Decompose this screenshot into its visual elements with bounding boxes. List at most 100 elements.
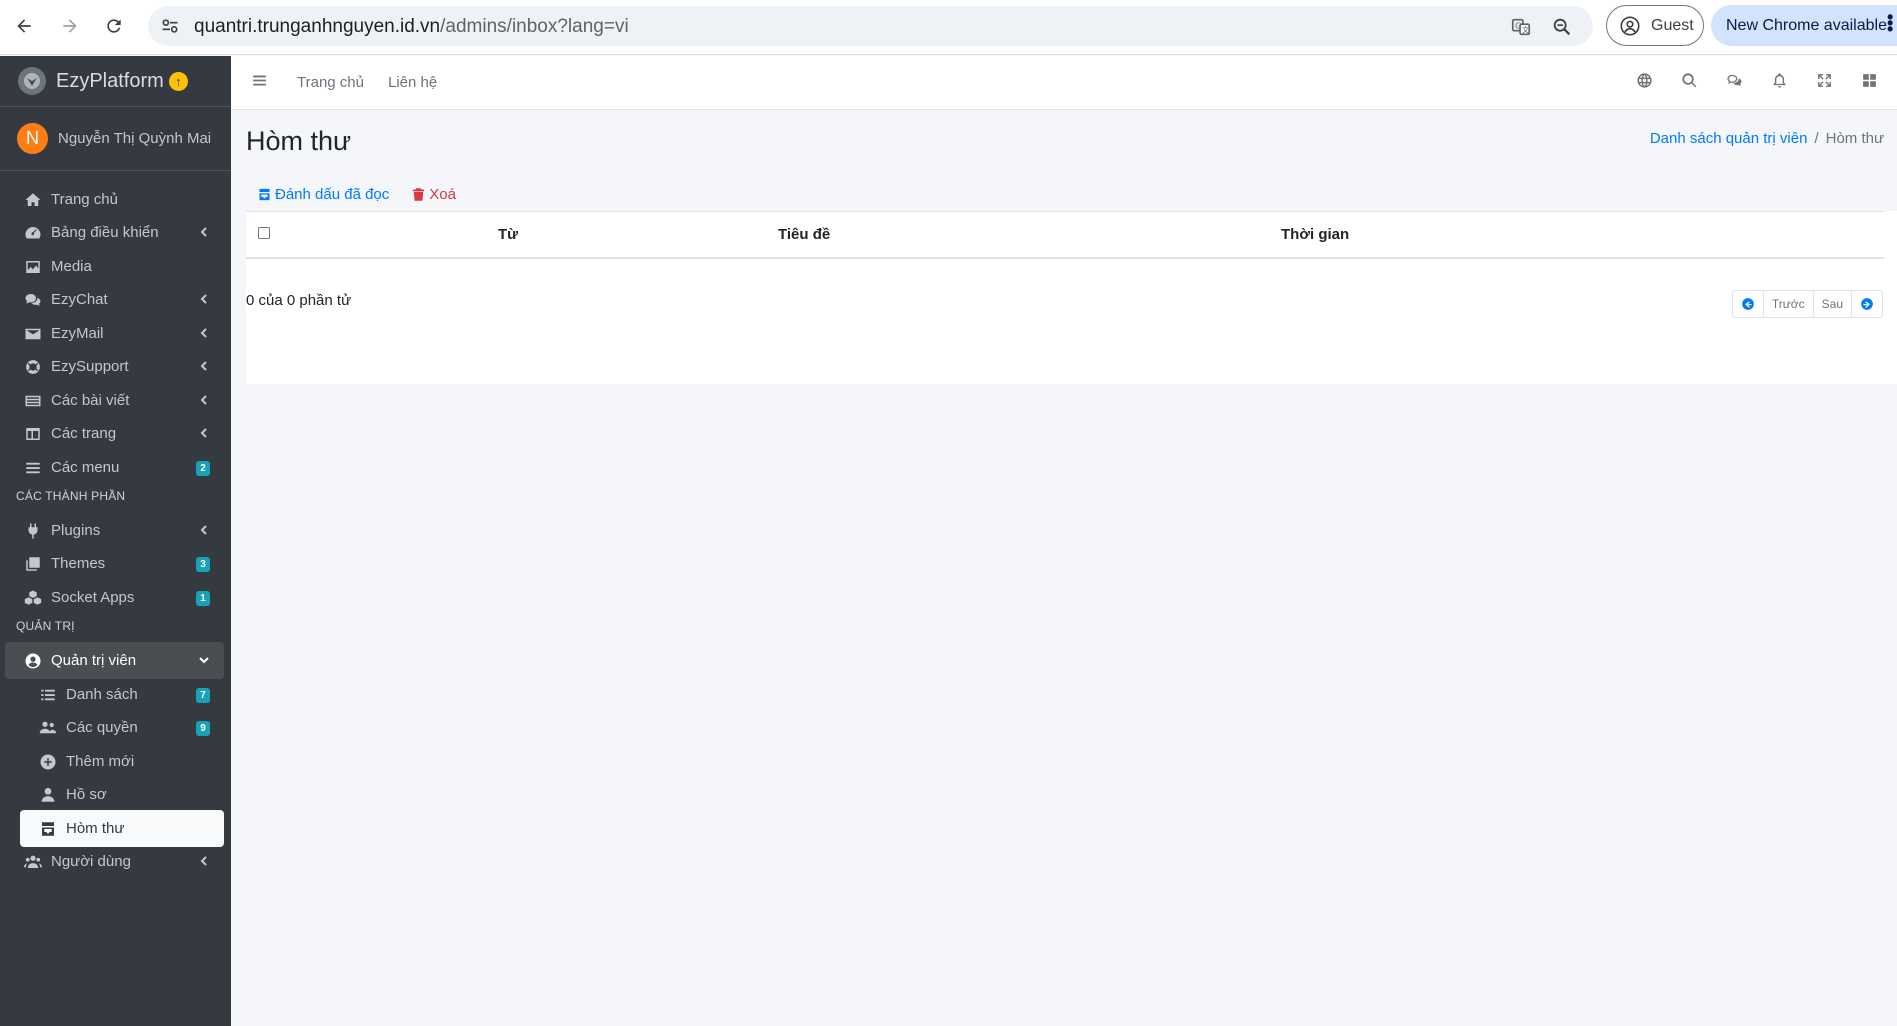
- user-name: Nguyễn Thị Quỳnh Mai: [58, 130, 212, 147]
- sidebar-item-posts[interactable]: Các bài viết: [5, 382, 224, 419]
- expand-icon[interactable]: [1816, 72, 1836, 92]
- globe-icon[interactable]: [1636, 72, 1656, 92]
- users-icon: [23, 852, 43, 872]
- chevron-left-icon: [200, 395, 207, 405]
- sidebar: EzyPlatform ↑ N Nguyễn Thị Quỳnh Mai Tra…: [0, 56, 231, 1026]
- sidebar-item-admin-roles[interactable]: Các quyền 9: [5, 709, 224, 746]
- themes-icon: [23, 554, 43, 574]
- sidebar-item-ezymail[interactable]: EzyMail: [5, 315, 224, 352]
- sidebar-item-admin-profile[interactable]: Hồ sơ: [5, 776, 224, 813]
- more-vert-icon[interactable]: • • •: [1887, 8, 1893, 38]
- sidebar-item-themes[interactable]: Themes 3: [5, 545, 224, 582]
- zoom-icon[interactable]: [1551, 16, 1573, 38]
- sidebar-item-administrators[interactable]: Quản trị viên: [5, 642, 224, 679]
- chevron-left-icon: [200, 525, 207, 535]
- chevron-left-icon: [200, 856, 207, 866]
- select-all-checkbox[interactable]: [258, 226, 270, 239]
- hamburger-icon[interactable]: [251, 72, 271, 92]
- table-summary: 0 của 0 phần tử: [246, 292, 352, 309]
- sidebar-item-home[interactable]: Trang chủ: [5, 181, 224, 218]
- mail-icon: [23, 324, 43, 344]
- brand-name: EzyPlatform: [56, 69, 164, 92]
- content-area: Hòm thư Danh sách quản trị viên / Hòm thư …: [231, 110, 1897, 1026]
- prev-button[interactable]: Trước: [1764, 291, 1814, 317]
- inbox-toolbar: Đánh dấu đã đọc Xoá: [257, 186, 456, 203]
- sidebar-item-admin-add[interactable]: Thêm mới: [5, 743, 224, 780]
- user-panel[interactable]: N Nguyễn Thị Quỳnh Mai: [0, 107, 231, 171]
- chat-icon: [23, 290, 43, 310]
- back-icon[interactable]: [12, 14, 36, 38]
- breadcrumb-admin-list[interactable]: Danh sách quản trị viên: [1650, 130, 1808, 147]
- site-settings-icon[interactable]: [160, 16, 180, 36]
- comments-icon[interactable]: [1726, 72, 1746, 92]
- sidebar-item-plugins[interactable]: Plugins: [5, 512, 224, 549]
- page-title: Hòm thư: [246, 126, 352, 156]
- next-arrow-icon[interactable]: [1852, 291, 1882, 317]
- user-circle-icon: [23, 651, 43, 671]
- column-header-from[interactable]: Từ: [486, 211, 766, 259]
- pages-icon: [23, 424, 43, 444]
- profile-label: Guest: [1651, 16, 1694, 34]
- translate-icon[interactable]: G 文: [1510, 16, 1532, 38]
- bell-icon[interactable]: [1771, 72, 1791, 92]
- sidebar-item-admin-list[interactable]: Danh sách 7: [5, 676, 224, 713]
- image-icon: [23, 257, 43, 277]
- column-header-subject[interactable]: Tiêu đề: [766, 211, 1269, 259]
- sidebar-item-socket-apps[interactable]: Socket Apps 1: [5, 579, 224, 616]
- chevron-left-icon: [200, 361, 207, 371]
- mark-read-button[interactable]: Đánh dấu đã đọc: [257, 186, 389, 203]
- breadcrumb: Danh sách quản trị viên / Hòm thư: [1649, 130, 1884, 147]
- chevron-left-icon: [200, 294, 207, 304]
- envelope-open-icon: [259, 188, 270, 201]
- column-header-time[interactable]: Thời gian: [1269, 211, 1884, 259]
- dashboard-icon: [23, 223, 43, 243]
- sidebar-item-menus[interactable]: Các menu 2: [5, 449, 224, 486]
- chevron-down-icon: [199, 657, 209, 664]
- avatar: N: [17, 123, 48, 154]
- chevron-left-icon: [200, 328, 207, 338]
- chevron-left-icon: [200, 227, 207, 237]
- update-chrome-button[interactable]: New Chrome available: [1711, 5, 1897, 46]
- sidebar-item-ezychat[interactable]: EzyChat: [5, 281, 224, 318]
- table-header-row: Từ Tiêu đề Thời gian: [246, 211, 1884, 259]
- upgrade-icon[interactable]: ↑: [168, 71, 188, 91]
- nav-link-contact[interactable]: Liên hệ: [388, 74, 437, 91]
- forward-icon[interactable]: [58, 14, 82, 38]
- brand[interactable]: EzyPlatform ↑: [0, 56, 231, 107]
- sidebar-item-media[interactable]: Media: [5, 248, 224, 285]
- address-bar[interactable]: quantri.trunganhnguyen.id.vn/admins/inbo…: [148, 6, 1593, 46]
- admin-roles-count-badge: 9: [196, 721, 210, 736]
- plug-icon: [23, 521, 43, 541]
- cubes-icon: [23, 588, 43, 608]
- users-cog-icon: [38, 718, 58, 738]
- themes-count-badge: 3: [196, 557, 210, 572]
- reload-icon[interactable]: [102, 14, 126, 38]
- sidebar-item-admin-inbox[interactable]: Hòm thư: [20, 810, 224, 847]
- chevron-left-icon: [200, 428, 207, 438]
- support-icon: [23, 357, 43, 377]
- nav-link-home[interactable]: Trang chủ: [297, 74, 364, 91]
- next-button[interactable]: Sau: [1814, 291, 1852, 317]
- profile-button[interactable]: Guest: [1606, 5, 1704, 46]
- browser-toolbar: quantri.trunganhnguyen.id.vn/admins/inbo…: [0, 0, 1897, 55]
- sidebar-item-users[interactable]: Người dùng: [5, 843, 224, 880]
- admin-list-count-badge: 7: [196, 688, 210, 703]
- sidebar-item-ezysupport[interactable]: EzySupport: [5, 348, 224, 385]
- menu-icon: [23, 458, 43, 478]
- update-label: New Chrome available: [1726, 16, 1887, 34]
- delete-button[interactable]: Xoá: [411, 186, 456, 203]
- search-icon[interactable]: [1681, 72, 1701, 92]
- pagination: Trước Sau: [1731, 290, 1883, 318]
- profile-icon: [1620, 15, 1640, 36]
- prev-arrow-icon[interactable]: [1733, 291, 1764, 317]
- sidebar-item-pages[interactable]: Các trang: [5, 415, 224, 452]
- home-icon: [23, 190, 43, 210]
- apps-grid-icon[interactable]: [1861, 72, 1881, 92]
- url-text: quantri.trunganhnguyen.id.vn/admins/inbo…: [194, 16, 629, 37]
- breadcrumb-current: Hòm thư: [1825, 130, 1884, 147]
- user-icon: [38, 785, 58, 805]
- sidebar-item-dashboard[interactable]: Bảng điều khiển: [5, 214, 224, 251]
- section-header-components: CÁC THÀNH PHẦN: [16, 489, 126, 503]
- svg-text:文: 文: [1522, 26, 1530, 35]
- inbox-icon: [38, 819, 58, 839]
